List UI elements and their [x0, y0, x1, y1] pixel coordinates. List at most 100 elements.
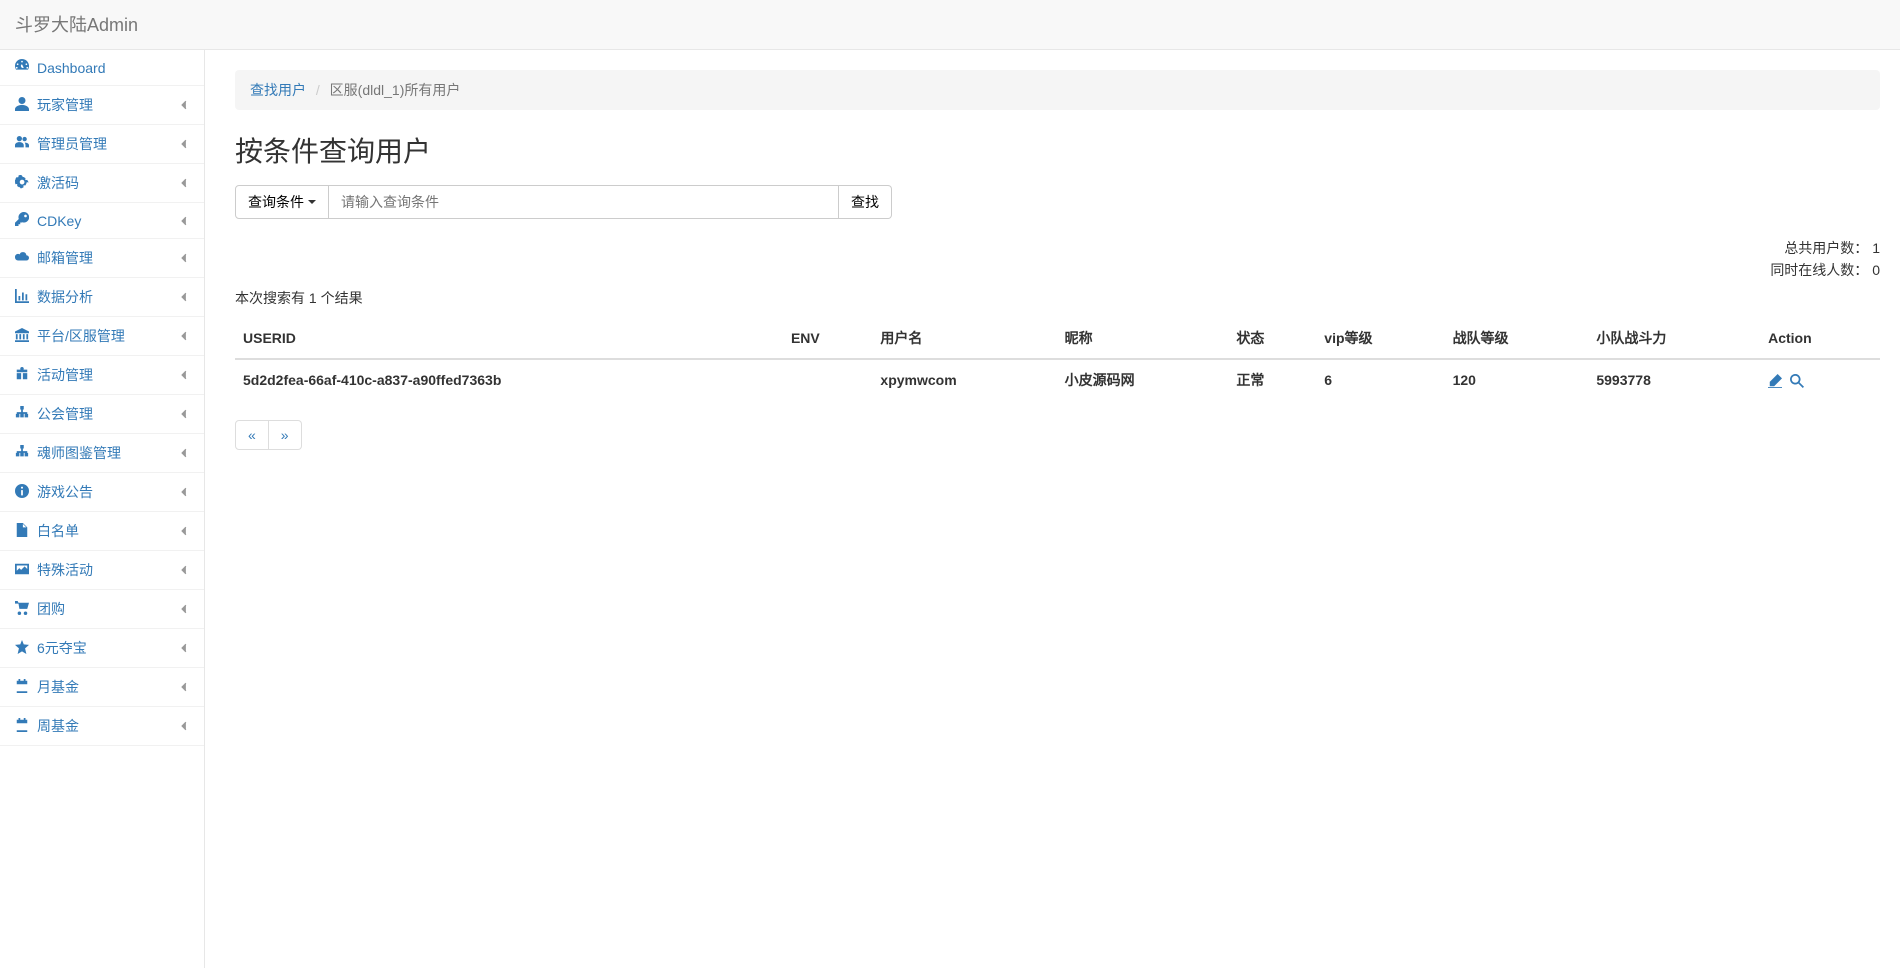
online-users-label: 同时在线人数： [1770, 262, 1868, 278]
cloud-icon [15, 250, 37, 267]
search-button[interactable]: 查找 [839, 185, 892, 219]
sidebar-item-label: 游戏公告 [37, 482, 93, 502]
sidebar-item-label: 特殊活动 [37, 560, 93, 580]
info-icon [15, 484, 37, 501]
breadcrumb-separator: / [310, 82, 326, 98]
chevron-left-icon [179, 136, 189, 152]
calendar-icon [15, 718, 37, 735]
sidebar-item-label: Dashboard [37, 60, 106, 76]
sidebar-item-5[interactable]: 邮箱管理 [0, 239, 204, 278]
col-team-level: 战队等级 [1445, 318, 1589, 359]
sidebar-item-6[interactable]: 数据分析 [0, 278, 204, 317]
sidebar-item-4[interactable]: CDKey [0, 203, 204, 239]
chevron-left-icon [179, 562, 189, 578]
cart-icon [15, 601, 37, 618]
chevron-left-icon [179, 97, 189, 113]
sidebar-item-label: 活动管理 [37, 365, 93, 385]
topbar: 斗罗大陆Admin [0, 0, 1900, 50]
breadcrumb: 查找用户 / 区服(dldl_1)所有用户 [235, 70, 1880, 110]
sidebar-item-label: 激活码 [37, 173, 79, 193]
key-icon [15, 212, 37, 229]
sidebar-item-11[interactable]: 游戏公告 [0, 473, 204, 512]
sidebar-item-label: 白名单 [37, 521, 79, 541]
sidebar-item-label: 平台/区服管理 [37, 326, 125, 346]
sidebar-item-15[interactable]: 6元夺宝 [0, 629, 204, 668]
chevron-left-icon [179, 328, 189, 344]
sidebar-item-13[interactable]: 特殊活动 [0, 551, 204, 590]
results-table: USERID ENV 用户名 昵称 状态 vip等级 战队等级 小队战斗力 Ac… [235, 318, 1880, 400]
page-prev-button[interactable]: « [235, 420, 269, 450]
col-action: Action [1760, 318, 1880, 359]
app-title: 斗罗大陆Admin [15, 15, 138, 35]
main-content: 查找用户 / 区服(dldl_1)所有用户 按条件查询用户 查询条件 查找 总共… [205, 50, 1900, 968]
online-users-value: 0 [1872, 262, 1880, 278]
sidebar-item-label: 周基金 [37, 716, 79, 736]
chevron-left-icon [179, 484, 189, 500]
pagination: « » [235, 420, 302, 450]
sidebar-item-label: 邮箱管理 [37, 248, 93, 268]
sidebar-item-label: 公会管理 [37, 404, 93, 424]
total-users-value: 1 [1872, 240, 1880, 256]
dashboard-icon [15, 59, 37, 76]
sidebar-item-9[interactable]: 公会管理 [0, 395, 204, 434]
chevron-left-icon [179, 367, 189, 383]
page-next-button[interactable]: » [269, 420, 302, 450]
breadcrumb-root[interactable]: 查找用户 [250, 82, 306, 98]
calendar-icon [15, 679, 37, 696]
sidebar-item-17[interactable]: 周基金 [0, 707, 204, 746]
gift-icon [15, 367, 37, 384]
chevron-left-icon [179, 250, 189, 266]
sidebar-item-12[interactable]: 白名单 [0, 512, 204, 551]
table-cell: 6 [1316, 359, 1444, 400]
search-input[interactable] [329, 185, 839, 219]
sidebar-item-7[interactable]: 平台/区服管理 [0, 317, 204, 356]
table-cell [783, 359, 872, 400]
sidebar-item-10[interactable]: 魂师图鉴管理 [0, 434, 204, 473]
table-header-row: USERID ENV 用户名 昵称 状态 vip等级 战队等级 小队战斗力 Ac… [235, 318, 1880, 359]
stats-block: 总共用户数： 1 同时在线人数： 0 [235, 237, 1880, 282]
sidebar-item-3[interactable]: 激活码 [0, 164, 204, 203]
col-nickname: 昵称 [1057, 318, 1229, 359]
star-icon [15, 640, 37, 657]
chevron-left-icon [179, 523, 189, 539]
filter-dropdown-button[interactable]: 查询条件 [235, 185, 329, 219]
chevron-left-icon [179, 601, 189, 617]
sitemap-icon [15, 445, 37, 462]
col-vip: vip等级 [1316, 318, 1444, 359]
table-cell: xpymwcom [872, 359, 1056, 400]
sidebar-item-label: 6元夺宝 [37, 638, 87, 658]
chevron-left-icon [179, 289, 189, 305]
sidebar-item-label: 管理员管理 [37, 134, 107, 154]
table-cell-action [1760, 359, 1880, 400]
sidebar-item-0[interactable]: Dashboard [0, 50, 204, 86]
chart-icon [15, 289, 37, 306]
col-username: 用户名 [872, 318, 1056, 359]
sidebar-item-label: 玩家管理 [37, 95, 93, 115]
search-icon[interactable] [1790, 372, 1804, 388]
col-status: 状态 [1228, 318, 1316, 359]
sidebar-item-1[interactable]: 玩家管理 [0, 86, 204, 125]
table-cell: 120 [1445, 359, 1589, 400]
cog-icon [15, 175, 37, 192]
sidebar: Dashboard 玩家管理管理员管理激活码 CDKey 邮箱管理数据分析平台/区服管… [0, 50, 205, 968]
table-row: 5d2d2fea-66af-410c-a837-a90ffed7363bxpym… [235, 359, 1880, 400]
sitemap-icon [15, 406, 37, 423]
sidebar-item-label: CDKey [37, 213, 81, 229]
sidebar-item-8[interactable]: 活动管理 [0, 356, 204, 395]
bank-icon [15, 328, 37, 345]
table-cell: 正常 [1228, 359, 1316, 400]
user-icon [15, 97, 37, 114]
chevron-left-icon [179, 718, 189, 734]
sidebar-item-14[interactable]: 团购 [0, 590, 204, 629]
total-users-label: 总共用户数： [1784, 240, 1868, 256]
sidebar-item-2[interactable]: 管理员管理 [0, 125, 204, 164]
sidebar-item-label: 魂师图鉴管理 [37, 443, 121, 463]
file-icon [15, 523, 37, 540]
chevron-left-icon [179, 406, 189, 422]
col-power: 小队战斗力 [1588, 318, 1760, 359]
sidebar-item-16[interactable]: 月基金 [0, 668, 204, 707]
table-cell: 5993778 [1588, 359, 1760, 400]
edit-icon[interactable] [1768, 372, 1782, 388]
filter-dropdown-label: 查询条件 [248, 192, 304, 212]
users-icon [15, 136, 37, 153]
